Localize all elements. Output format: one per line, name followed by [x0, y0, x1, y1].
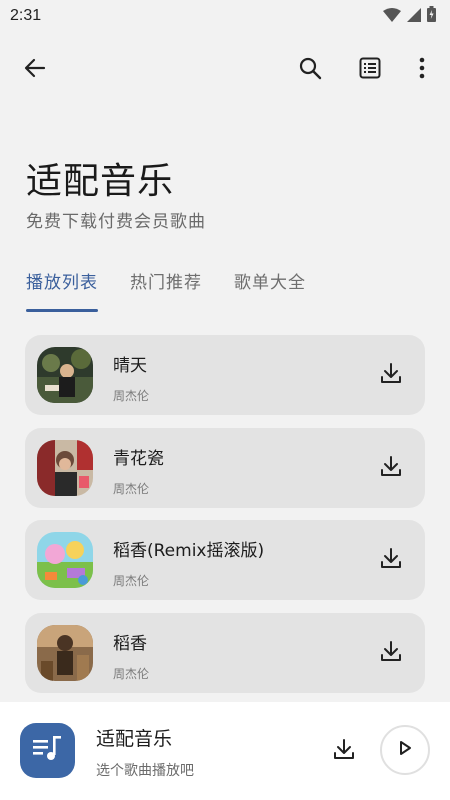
player-title: 适配音乐	[96, 728, 173, 750]
song-artist: 周杰伦	[113, 666, 150, 681]
song-title: 青花瓷	[113, 448, 164, 469]
more-button[interactable]	[402, 50, 442, 90]
page-subtitle: 免费下载付费会员歌曲	[26, 212, 206, 232]
mini-player[interactable]: 适配音乐 选个歌曲播放吧	[0, 702, 450, 800]
download-icon	[380, 455, 402, 481]
song-list: 晴天 周杰伦 青花瓷 周杰伦 稻香(Remix摇滚版) 周杰伦 稻香 周杰伦	[25, 335, 425, 705]
page-title: 适配音乐	[26, 161, 175, 202]
song-title: 稻香(Remix摇滚版)	[113, 541, 265, 561]
song-item[interactable]: 晴天 周杰伦	[25, 335, 425, 415]
search-button[interactable]	[290, 50, 330, 90]
album-cover	[37, 439, 93, 496]
play-icon	[398, 740, 412, 760]
search-icon	[298, 56, 322, 84]
music-queue-icon	[32, 735, 63, 766]
back-button[interactable]	[15, 50, 55, 90]
song-title: 稻香	[113, 633, 147, 654]
download-button[interactable]	[371, 633, 411, 673]
download-icon	[380, 362, 402, 388]
song-item[interactable]: 稻香(Remix摇滚版) 周杰伦	[25, 520, 425, 600]
list-view-button[interactable]	[350, 50, 390, 90]
tab-bar: 播放列表 热门推荐 歌单大全	[26, 262, 338, 312]
status-time: 2:31	[10, 7, 42, 24]
wifi-icon	[383, 7, 401, 26]
battery-icon	[427, 6, 436, 26]
player-subtitle: 选个歌曲播放吧	[96, 763, 194, 779]
tab-song-collections[interactable]: 歌单大全	[234, 262, 306, 312]
album-cover	[37, 624, 93, 681]
tab-playlist[interactable]: 播放列表	[26, 262, 98, 312]
cell-signal-icon	[407, 7, 421, 26]
song-title: 晴天	[113, 356, 147, 376]
arrow-back-icon	[24, 57, 46, 83]
download-icon	[380, 547, 402, 573]
download-icon	[333, 738, 355, 764]
song-artist: 周杰伦	[113, 389, 150, 403]
download-button[interactable]	[371, 355, 411, 395]
song-item[interactable]: 青花瓷 周杰伦	[25, 427, 425, 508]
song-item[interactable]: 稻香 周杰伦	[25, 612, 425, 693]
download-button[interactable]	[371, 540, 411, 580]
player-artwork	[20, 723, 75, 778]
list-view-icon	[359, 57, 381, 83]
song-artist: 周杰伦	[113, 481, 150, 496]
download-button[interactable]	[371, 448, 411, 488]
app-bar	[0, 46, 450, 94]
download-icon	[380, 640, 402, 666]
song-artist: 周杰伦	[113, 574, 150, 588]
status-icons	[383, 6, 436, 26]
album-cover	[37, 532, 93, 588]
more-vert-icon	[419, 57, 425, 83]
tab-hot-recommend[interactable]: 热门推荐	[130, 262, 202, 312]
album-cover	[37, 347, 93, 403]
play-button[interactable]	[380, 725, 430, 775]
player-download-button[interactable]	[324, 731, 364, 771]
status-bar: 2:31	[0, 0, 450, 32]
